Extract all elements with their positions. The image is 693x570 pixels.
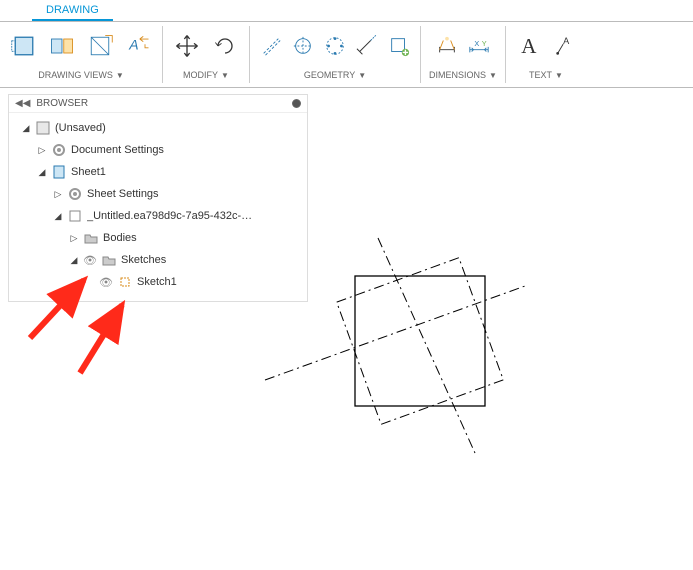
gear-icon (67, 186, 83, 202)
svg-text:X: X (474, 39, 479, 48)
linear-dimension-button[interactable]: XY (466, 33, 492, 59)
svg-text:A: A (521, 34, 537, 58)
move-button[interactable] (171, 30, 203, 62)
tree-node-bodies[interactable]: ▷ Bodies (11, 227, 305, 249)
group-drawing-views: A DRAWING VIEWS▼ (0, 22, 162, 87)
tree-node-untitled[interactable]: ◢ _Untitled.ea798d9c-7a95-432c-… (11, 205, 305, 227)
rotate-button[interactable] (209, 30, 241, 62)
section-view-button[interactable] (84, 30, 116, 62)
gear-icon (51, 142, 67, 158)
visibility-icon[interactable]: 👁 (99, 276, 113, 289)
tree-node-root[interactable]: ◢ (Unsaved) (11, 117, 305, 139)
browser-header: ◀◀ BROWSER (9, 95, 307, 113)
group-label-views[interactable]: DRAWING VIEWS▼ (38, 68, 124, 82)
tab-drawing[interactable]: DRAWING (32, 0, 113, 21)
tree-label: Document Settings (71, 144, 164, 156)
folder-icon (101, 252, 117, 268)
add-geometry-button[interactable] (386, 33, 412, 59)
tree-node-sketch1[interactable]: 👁 Sketch1 (11, 271, 305, 293)
expander-icon[interactable]: ◢ (69, 255, 79, 266)
group-label-modify[interactable]: MODIFY▼ (183, 68, 229, 82)
svg-text:A: A (563, 36, 570, 46)
ribbon: A DRAWING VIEWS▼ MODIFY▼ (0, 22, 693, 88)
expander-icon[interactable]: ▷ (69, 233, 79, 244)
svg-text:A: A (128, 37, 138, 53)
group-label-geometry[interactable]: GEOMETRY▼ (304, 68, 366, 82)
leader-text-button[interactable]: A (552, 33, 578, 59)
sketch-icon (117, 274, 133, 290)
browser-panel: ◀◀ BROWSER ◢ (Unsaved) ▷ Document Settin… (8, 94, 308, 302)
tree-label: Sheet Settings (87, 188, 159, 200)
tree-label: Sketch1 (137, 276, 177, 288)
group-modify: MODIFY▼ (163, 22, 249, 87)
browser-title: BROWSER (36, 98, 286, 109)
detail-view-button[interactable]: A (122, 30, 154, 62)
tab-bar: DRAWING (0, 0, 693, 22)
tree-node-sheet[interactable]: ◢ Sheet1 (11, 161, 305, 183)
expander-icon[interactable]: ◢ (37, 167, 47, 178)
tree-node-sheetset[interactable]: ▷ Sheet Settings (11, 183, 305, 205)
edge-extension-button[interactable] (354, 33, 380, 59)
tree-label: Bodies (103, 232, 137, 244)
tree-label: _Untitled.ea798d9c-7a95-432c-… (87, 210, 252, 222)
folder-icon (83, 230, 99, 246)
center-pattern-button[interactable] (322, 33, 348, 59)
sheet-icon (51, 164, 67, 180)
base-view-button[interactable] (8, 30, 40, 62)
expander-icon[interactable]: ◢ (53, 211, 63, 222)
group-label-dimensions[interactable]: DIMENSIONS▼ (429, 68, 497, 82)
tree-node-sketches[interactable]: ◢ 👁 Sketches (11, 249, 305, 271)
tree-node-docset[interactable]: ▷ Document Settings (11, 139, 305, 161)
drawing-icon (35, 120, 51, 136)
expander-icon[interactable]: ◢ (21, 123, 31, 134)
dimension-button[interactable] (434, 33, 460, 59)
tree-label: (Unsaved) (55, 122, 106, 134)
browser-collapse-icon[interactable]: ◀◀ (15, 98, 30, 109)
visibility-icon[interactable]: 👁 (83, 254, 97, 267)
expander-icon[interactable]: ▷ (53, 189, 63, 200)
group-dimensions: XY DIMENSIONS▼ (421, 22, 505, 87)
browser-pin-icon[interactable] (292, 99, 301, 108)
component-icon (67, 208, 83, 224)
center-mark-button[interactable] (290, 33, 316, 59)
browser-tree: ◢ (Unsaved) ▷ Document Settings ◢ Sheet1… (9, 113, 307, 301)
tree-label: Sketches (121, 254, 166, 266)
group-text: A A TEXT▼ (506, 22, 586, 87)
group-label-text[interactable]: TEXT▼ (529, 68, 563, 82)
projected-view-button[interactable] (46, 30, 78, 62)
text-button[interactable]: A (514, 30, 546, 62)
svg-text:Y: Y (482, 39, 487, 48)
centerline-button[interactable] (258, 33, 284, 59)
work-area: ◀◀ BROWSER ◢ (Unsaved) ▷ Document Settin… (0, 88, 693, 570)
group-geometry: GEOMETRY▼ (250, 22, 420, 87)
tree-label: Sheet1 (71, 166, 106, 178)
expander-icon[interactable]: ▷ (37, 145, 47, 156)
